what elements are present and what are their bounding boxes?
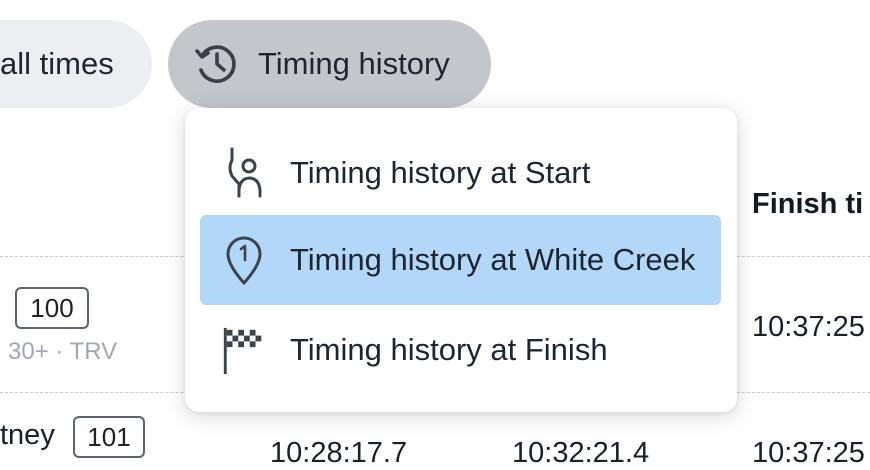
timing-history-label: Timing history [258, 46, 450, 81]
timing-history-menu: Timing history at Start Timing history a… [185, 108, 737, 412]
bib-badge: 100 [15, 287, 89, 329]
menu-item-finish[interactable]: Timing history at Finish [200, 305, 721, 395]
all-times-label: all times [0, 46, 114, 81]
checkered-flag-icon [220, 320, 268, 380]
start-person-icon [220, 143, 268, 203]
finish-time-header: Finish ti [752, 188, 864, 220]
finish-time: 10:37:25 [752, 311, 865, 343]
all-times-button[interactable]: all times [0, 20, 152, 108]
menu-item-start[interactable]: Timing history at Start [200, 128, 721, 218]
menu-item-white-creek[interactable]: Timing history at White Creek [200, 215, 721, 305]
menu-item-label: Timing history at White Creek [290, 242, 696, 277]
menu-item-label: Timing history at Finish [290, 332, 608, 367]
category-meta: 30+ · TRV [8, 338, 118, 365]
history-icon [195, 45, 236, 83]
checkpoint-1-icon [220, 230, 268, 290]
menu-item-label: Timing history at Start [290, 155, 591, 190]
athlete-name: tney [0, 419, 55, 451]
bib-badge: 101 [73, 416, 145, 458]
timing-history-button[interactable]: Timing history [168, 20, 491, 108]
